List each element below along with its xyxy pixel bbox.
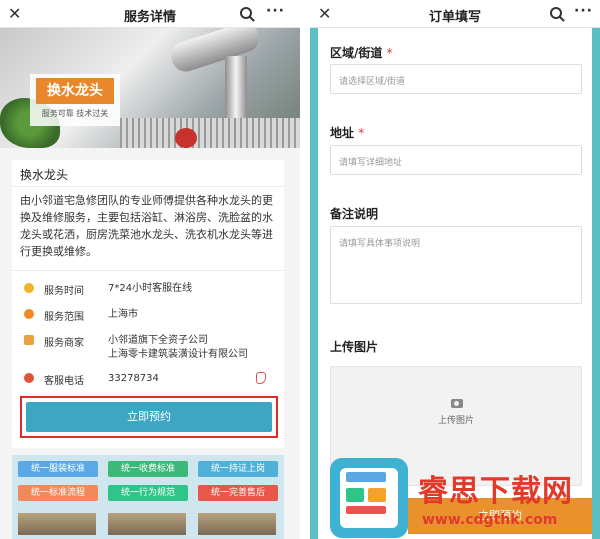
- note-label: 备注说明: [330, 207, 379, 221]
- workshop-photo: [18, 513, 96, 535]
- info-value: 小邻道旗下全资子公司: [108, 335, 208, 346]
- info-row-merchant: 服务商家 小邻道旗下全资子公司 上海零卡建筑装潢设计有限公司: [20, 334, 278, 364]
- standard-tag: 统一完善售后: [198, 485, 278, 501]
- standard-tag: 统一服装标准: [18, 461, 98, 477]
- service-detail-screen: ✕ 服务详情 ··· 换水龙头 服务可靠 技术过关 换水龙头 由小邻道宅急修团队…: [0, 0, 300, 539]
- district-label: 区域/街道 *: [330, 44, 393, 61]
- screen-gap: [300, 0, 310, 539]
- upload-label: 上传图片: [330, 340, 379, 354]
- watermark-title: 睿思下载网: [418, 474, 573, 509]
- hero-badge: 换水龙头 服务可靠 技术过关: [30, 74, 120, 126]
- headset-icon: [24, 373, 34, 383]
- service-title: 换水龙头: [20, 168, 69, 182]
- shop-icon: [24, 335, 34, 345]
- vegetable-image: [175, 128, 197, 148]
- hero-badge-title: 换水龙头: [36, 78, 114, 104]
- search-icon[interactable]: [240, 7, 252, 19]
- hero-badge-subtitle: 服务可靠 技术过关: [41, 109, 109, 118]
- upload-image-button-text: 上传图片: [437, 416, 474, 426]
- watermark-logo-icon: [330, 458, 408, 538]
- district-label-text: 区域/街道: [330, 46, 383, 60]
- watermark-logo-bar: [346, 472, 386, 482]
- info-value: 33278734: [108, 373, 159, 384]
- watermark-logo-bar: [368, 488, 386, 502]
- divider: [12, 186, 284, 187]
- watermark-logo-bar: [346, 488, 364, 502]
- workshop-photo: [198, 513, 276, 535]
- book-now-button[interactable]: 立即预约: [26, 402, 272, 432]
- info-label: 服务范围: [44, 312, 84, 323]
- hero-banner: 换水龙头 服务可靠 技术过关: [0, 28, 300, 148]
- required-mark: *: [358, 126, 365, 140]
- standard-tag: 统一标准流程: [18, 485, 98, 501]
- nav-bar: ✕ 服务详情 ···: [0, 0, 300, 28]
- info-value-secondary: 上海零卡建筑装潢设计有限公司: [108, 349, 248, 360]
- watermark-logo-bar: [346, 506, 386, 514]
- camera-icon: [451, 399, 463, 408]
- search-icon[interactable]: [550, 7, 562, 19]
- service-description: 由小邻道宅急修团队的专业师傅提供各种水龙头的更换及维修服务，主要包括浴缸、淋浴房…: [20, 194, 273, 258]
- page-title: 服务详情: [123, 10, 176, 25]
- clock-icon: [24, 283, 34, 293]
- divider: [12, 270, 284, 271]
- info-label: 客服电话: [44, 376, 84, 387]
- book-button-highlight: 立即预约: [20, 396, 278, 438]
- district-select[interactable]: 请选择区域/街道: [330, 64, 582, 94]
- service-card: 换水龙头 由小邻道宅急修团队的专业师傅提供各种水龙头的更换及维修服务，主要包括浴…: [12, 160, 284, 448]
- location-icon: [24, 309, 34, 319]
- standard-tag: 统一收费标准: [108, 461, 188, 477]
- required-mark: *: [386, 46, 393, 60]
- phone-call-icon[interactable]: [256, 372, 266, 384]
- address-label: 地址 *: [330, 124, 364, 141]
- faucet-pipe-image: [225, 56, 247, 121]
- sink-basket-image: [120, 118, 300, 148]
- standard-tag: 统一行为规范: [108, 485, 188, 501]
- more-icon[interactable]: ···: [574, 3, 593, 19]
- standard-tag: 统一持证上岗: [198, 461, 278, 477]
- address-label-text: 地址: [330, 126, 355, 140]
- standards-banner: 统一服装标准 统一收费标准 统一持证上岗 统一标准流程 统一行为规范 统一完善售…: [12, 455, 284, 539]
- workshop-photo: [108, 513, 186, 535]
- address-input[interactable]: 请填写详细地址: [330, 145, 582, 175]
- note-textarea[interactable]: 请填写具体事项说明: [330, 226, 582, 304]
- more-icon[interactable]: ···: [266, 3, 285, 19]
- nav-bar: ✕ 订单填写 ···: [310, 0, 600, 28]
- info-label: 服务时间: [44, 286, 84, 297]
- watermark-url: www.cdgthk.com: [422, 512, 558, 528]
- faucet-image: [167, 28, 263, 76]
- info-label: 服务商家: [44, 338, 84, 349]
- info-value: 7*24小时客服在线: [108, 283, 193, 294]
- info-value: 上海市: [108, 309, 138, 320]
